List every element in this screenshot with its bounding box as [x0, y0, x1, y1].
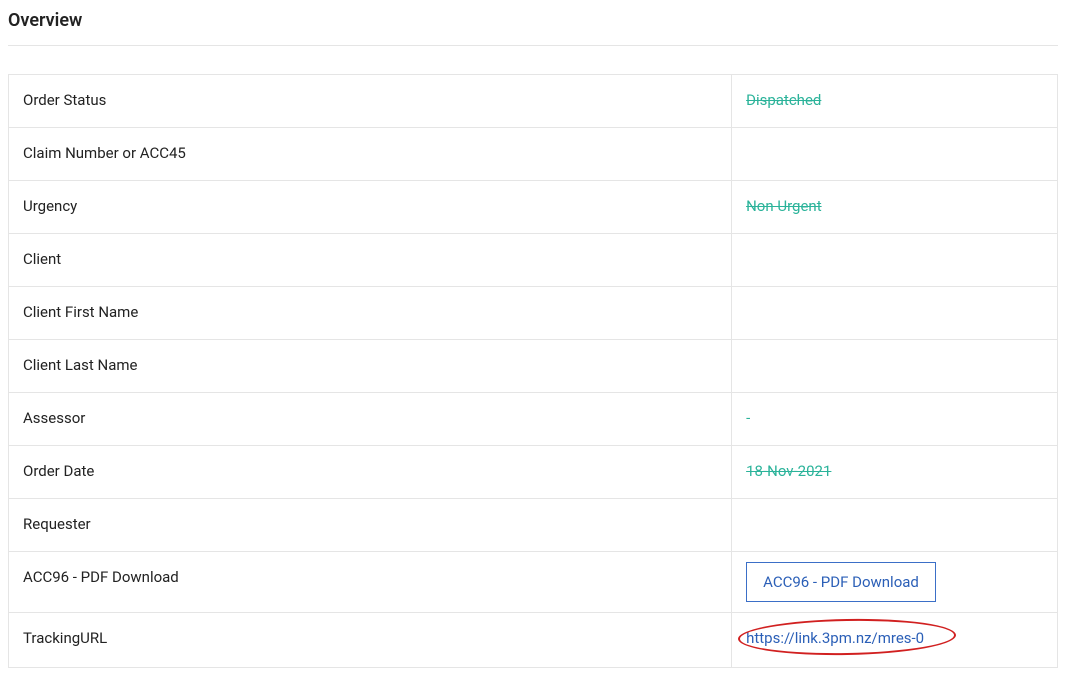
label-urgency: Urgency [9, 181, 732, 233]
value-order-date: 18-Nov-2021 [732, 446, 1057, 498]
value-urgency: Non Urgent [732, 181, 1057, 233]
label-client-last-name: Client Last Name [9, 340, 732, 392]
row-client-last-name: Client Last Name [9, 340, 1057, 393]
row-client-first-name: Client First Name [9, 287, 1057, 340]
label-tracking-url: TrackingURL [9, 613, 732, 667]
row-acc96: ACC96 - PDF Download ACC96 - PDF Downloa… [9, 552, 1057, 613]
value-order-status: Dispatched [732, 75, 1057, 127]
tracking-url-link[interactable]: https://link.3pm.nz/mres-0 [746, 629, 924, 647]
label-acc96: ACC96 - PDF Download [9, 552, 732, 612]
value-client-first-name [732, 287, 1057, 339]
row-tracking-url: TrackingURL https://link.3pm.nz/mres-0 [9, 613, 1057, 668]
label-client: Client [9, 234, 732, 286]
value-client-last-name [732, 340, 1057, 392]
overview-table: Order Status Dispatched Claim Number or … [8, 74, 1058, 668]
row-order-date: Order Date 18-Nov-2021 [9, 446, 1057, 499]
acc96-pdf-download-button[interactable]: ACC96 - PDF Download [746, 562, 936, 602]
label-order-status: Order Status [9, 75, 732, 127]
value-acc96: ACC96 - PDF Download [732, 552, 1057, 612]
order-status-text: Dispatched [746, 91, 821, 109]
row-claim-number: Claim Number or ACC45 [9, 128, 1057, 181]
label-client-first-name: Client First Name [9, 287, 732, 339]
value-assessor: - [732, 393, 1057, 445]
label-requester: Requester [9, 499, 732, 551]
row-order-status: Order Status Dispatched [9, 75, 1057, 128]
value-tracking-url: https://link.3pm.nz/mres-0 [732, 613, 1057, 667]
value-client [732, 234, 1057, 286]
value-claim-number [732, 128, 1057, 180]
order-date-text: 18-Nov-2021 [746, 462, 831, 480]
section-title: Overview [8, 8, 1058, 46]
row-requester: Requester [9, 499, 1057, 552]
label-claim-number: Claim Number or ACC45 [9, 128, 732, 180]
row-urgency: Urgency Non Urgent [9, 181, 1057, 234]
urgency-text: Non Urgent [746, 197, 822, 215]
row-assessor: Assessor - [9, 393, 1057, 446]
row-client: Client [9, 234, 1057, 287]
label-order-date: Order Date [9, 446, 732, 498]
label-assessor: Assessor [9, 393, 732, 445]
value-requester [732, 499, 1057, 551]
assessor-text: - [746, 409, 750, 427]
